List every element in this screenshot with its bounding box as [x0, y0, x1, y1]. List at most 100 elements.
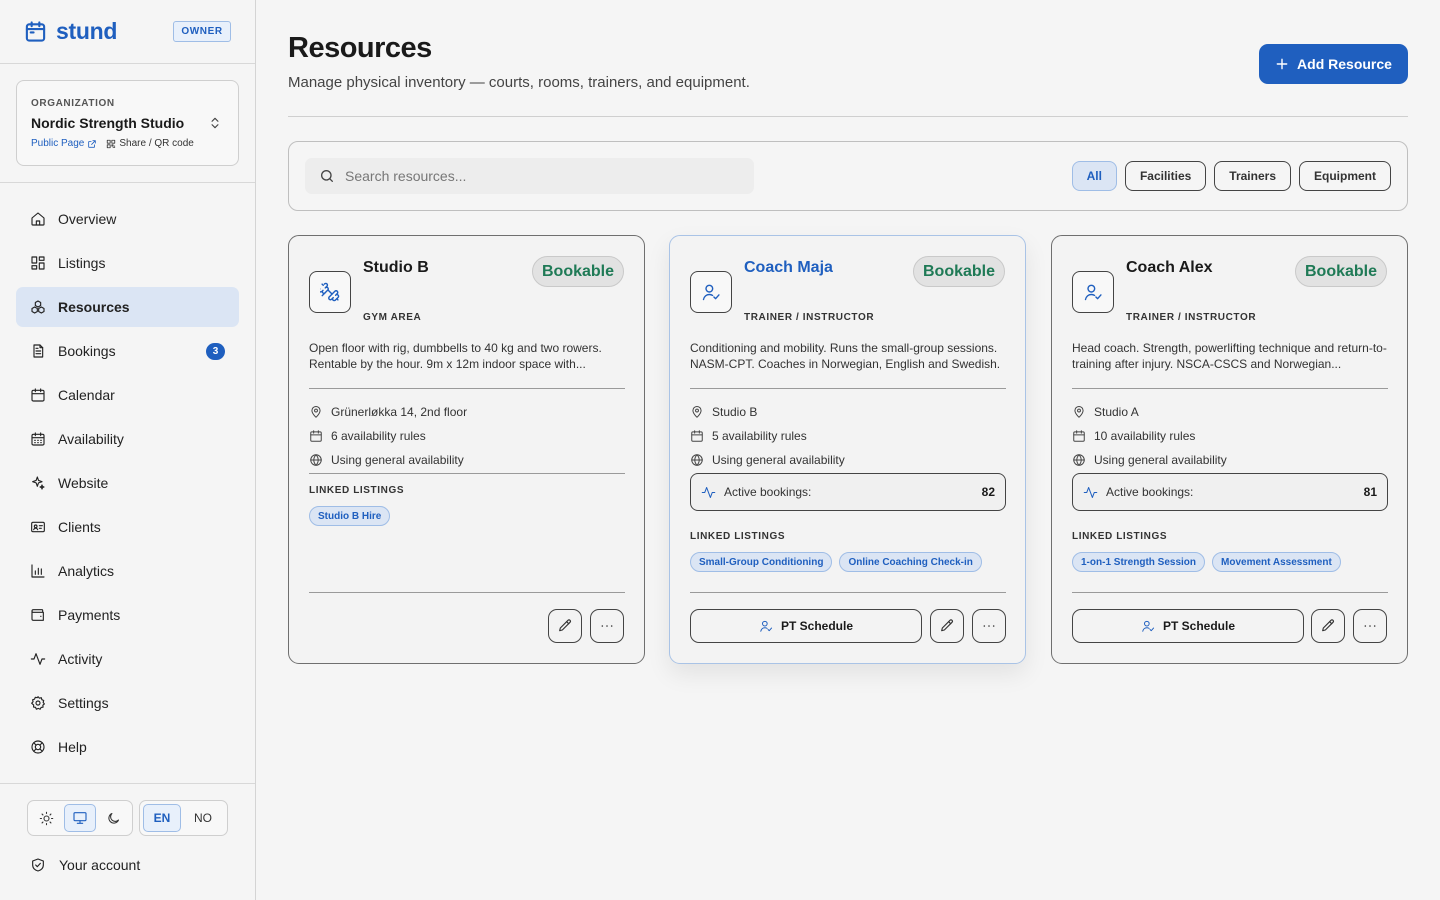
nav-item-availability[interactable]: Availability — [16, 419, 239, 459]
linked-listing-tag[interactable]: Small-Group Conditioning — [690, 552, 833, 572]
location-text: Studio A — [1094, 405, 1139, 419]
edit-button[interactable] — [930, 609, 964, 643]
nav-item-listings[interactable]: Listings — [16, 243, 239, 283]
user-check-icon — [1072, 271, 1114, 313]
organization-links: Public Page Share / QR code — [31, 138, 194, 149]
map-pin-icon — [690, 405, 704, 419]
calendar-icon — [30, 387, 46, 403]
theme-switcher — [27, 800, 133, 836]
clipboard-icon — [30, 343, 46, 359]
more-options-button[interactable] — [1353, 609, 1387, 643]
your-account-link[interactable]: Your account — [30, 857, 140, 873]
light-theme-button[interactable] — [31, 804, 62, 832]
system-theme-button[interactable] — [64, 804, 96, 832]
divider — [309, 592, 625, 593]
active-bookings-label: Active bookings: — [724, 485, 812, 499]
your-account-label: Your account — [59, 857, 141, 873]
resource-description: Open floor with rig, dumbbells to 40 kg … — [309, 341, 602, 371]
more-horizontal-icon — [1362, 618, 1378, 634]
meta-availability-rules: 5 availability rules — [690, 424, 845, 448]
resource-title[interactable]: Coach Maja — [744, 259, 833, 277]
resource-title[interactable]: Coach Alex — [1126, 259, 1213, 277]
resource-title[interactable]: Studio B — [363, 259, 429, 277]
map-pin-icon — [309, 405, 323, 419]
nav-label: Payments — [58, 607, 121, 623]
organization-name: Nordic Strength Studio — [31, 115, 185, 131]
active-bookings-count: 82 — [981, 485, 995, 499]
dark-theme-button[interactable] — [98, 804, 129, 832]
linked-listing-tag[interactable]: Online Coaching Check-in — [839, 552, 982, 572]
resource-card[interactable]: Studio B Bookable GYM AREA Open floor wi… — [288, 235, 645, 664]
map-pin-icon — [1072, 405, 1086, 419]
resource-card[interactable]: Coach Maja Bookable TRAINER / INSTRUCTOR… — [669, 235, 1026, 664]
pt-schedule-label: PT Schedule — [780, 619, 854, 633]
divider — [0, 63, 255, 64]
linked-listings-label: LINKED LISTINGS — [1072, 531, 1168, 542]
activity-icon — [1083, 485, 1098, 500]
search-input[interactable] — [345, 168, 725, 184]
resource-meta: Studio B 5 availability rules Using gene… — [690, 400, 845, 472]
linked-listing-tag[interactable]: Studio B Hire — [309, 506, 391, 526]
resource-card[interactable]: Coach Alex Bookable TRAINER / INSTRUCTOR… — [1051, 235, 1408, 664]
nav-item-clients[interactable]: Clients — [16, 507, 239, 547]
active-bookings-box: Active bookings: 82 — [690, 473, 1006, 511]
nav-item-bookings[interactable]: Bookings 3 — [16, 331, 239, 371]
shield-check-icon — [30, 857, 46, 873]
edit-button[interactable] — [548, 609, 582, 643]
status-badge: Bookable — [1294, 256, 1387, 287]
pt-schedule-button[interactable]: PT Schedule — [1072, 609, 1304, 643]
nav-item-analytics[interactable]: Analytics — [16, 551, 239, 591]
plus-icon — [1275, 57, 1289, 71]
page-subtitle: Manage physical inventory — courts, room… — [288, 74, 750, 91]
availability-rules-text: 6 availability rules — [331, 429, 426, 443]
nav-item-help[interactable]: Help — [16, 727, 239, 767]
pt-schedule-button[interactable]: PT Schedule — [690, 609, 922, 643]
language-en-button[interactable]: EN — [143, 804, 181, 832]
filter-chip-all[interactable]: All — [1071, 161, 1117, 191]
chevrons-up-down-icon[interactable] — [208, 116, 222, 130]
language-no-button[interactable]: NO — [184, 804, 222, 832]
nav-item-calendar[interactable]: Calendar — [16, 375, 239, 415]
nav-item-activity[interactable]: Activity — [16, 639, 239, 679]
linked-listings: 1-on-1 Strength Session Movement Assessm… — [1072, 552, 1341, 572]
public-page-link[interactable]: Public Page — [31, 138, 97, 149]
organization-label: ORGANIZATION — [31, 98, 115, 109]
qr-code-icon — [106, 139, 116, 149]
nav-item-payments[interactable]: Payments — [16, 595, 239, 635]
calendar-logo-icon — [24, 20, 47, 43]
more-options-button[interactable] — [972, 609, 1006, 643]
add-resource-button[interactable]: Add Resource — [1259, 44, 1408, 84]
linked-listing-tag[interactable]: 1-on-1 Strength Session — [1072, 552, 1206, 572]
calendar-icon — [1072, 429, 1086, 443]
pencil-icon — [1320, 618, 1336, 634]
filter-chip-equipment[interactable]: Equipment — [1299, 161, 1391, 191]
filter-chip-trainers[interactable]: Trainers — [1214, 161, 1291, 191]
public-page-label: Public Page — [31, 138, 85, 149]
edit-button[interactable] — [1311, 609, 1345, 643]
nav-label: Calendar — [58, 387, 115, 403]
resource-type: TRAINER / INSTRUCTOR — [1126, 312, 1257, 323]
meta-general-availability: Using general availability — [1072, 448, 1227, 472]
monitor-icon — [72, 810, 88, 826]
nav-label: Analytics — [58, 563, 115, 579]
filter-chip-facilities[interactable]: Facilities — [1124, 161, 1207, 191]
share-qr-link[interactable]: Share / QR code — [106, 138, 194, 149]
active-bookings-box: Active bookings: 81 — [1072, 473, 1388, 511]
nav-label: Website — [58, 475, 109, 491]
filter-chips: All Facilities Trainers Equipment — [1071, 161, 1391, 191]
brand-logo[interactable]: stund — [24, 18, 117, 45]
nav-item-overview[interactable]: Overview — [16, 199, 239, 239]
linked-listing-tag[interactable]: Movement Assessment — [1212, 552, 1341, 572]
nav-item-resources[interactable]: Resources — [16, 287, 239, 327]
nav-label: Overview — [58, 211, 117, 227]
nav-item-settings[interactable]: Settings — [16, 683, 239, 723]
divider — [309, 473, 625, 474]
more-options-button[interactable] — [590, 609, 624, 643]
divider — [1072, 592, 1388, 593]
nav-label: Bookings — [58, 343, 116, 359]
boxes-icon — [30, 299, 46, 315]
nav-item-website[interactable]: Website — [16, 463, 239, 503]
nav-label: Availability — [58, 431, 124, 447]
external-link-icon — [87, 139, 97, 149]
meta-location: Studio A — [1072, 400, 1227, 424]
